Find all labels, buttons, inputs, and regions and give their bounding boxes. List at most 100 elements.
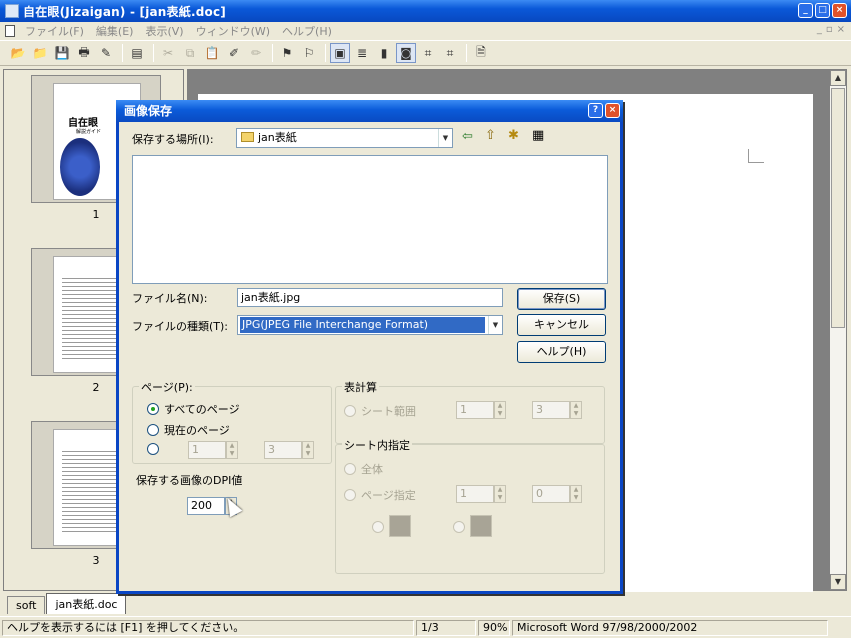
folder-up-icon[interactable]: 📁 — [30, 43, 50, 63]
layout-a-preview-icon — [389, 515, 411, 537]
margin-mark — [748, 149, 764, 163]
mdi-close-button[interactable]: × — [837, 24, 845, 35]
chevron-down-icon[interactable]: ▼ — [488, 316, 502, 334]
sheet-range-from[interactable]: 1 — [456, 401, 494, 419]
print-icon[interactable]: 🖶 — [74, 43, 94, 63]
page-view-icon[interactable]: ▣ — [330, 43, 350, 63]
mdi-restore-button[interactable]: ▫ — [826, 24, 833, 35]
layout-b-preview-icon — [470, 515, 492, 537]
spin-arrows-icon[interactable]: ▲ ▼ — [226, 441, 238, 459]
spin-arrows-icon[interactable]: ▲ ▼ — [302, 441, 314, 459]
spin-arrows-icon[interactable]: ▲ ▼ — [494, 401, 506, 419]
radio-current-page[interactable]: 現在のページ — [147, 422, 230, 438]
zoom-width-icon[interactable]: ⌗ — [440, 43, 460, 63]
cancel-button[interactable]: キャンセル — [517, 314, 606, 336]
radio-label: すべてのページ — [164, 403, 240, 416]
radio-dot — [344, 489, 356, 501]
highlight-icon[interactable]: ✐ — [224, 43, 244, 63]
page-range-from[interactable]: 1 — [188, 441, 226, 459]
radio-page-range[interactable] — [147, 443, 164, 455]
dpi-label: 保存する画像のDPI値 — [136, 474, 243, 487]
filetype-select[interactable]: JPG(JPEG File Interchange Format) ▼ — [237, 315, 503, 335]
location-value: jan表紙 — [258, 131, 297, 144]
open-folder-icon[interactable]: 📂 — [8, 43, 28, 63]
filetype-value: JPG(JPEG File Interchange Format) — [240, 317, 485, 333]
list-view-icon[interactable]: ≣ — [352, 43, 372, 63]
sheet-range-to[interactable]: 3 — [532, 401, 570, 419]
radio-layout-b[interactable] — [453, 521, 470, 533]
radio-whole-sheet[interactable]: 全体 — [344, 461, 383, 477]
dpi-input[interactable]: 200 — [187, 497, 225, 515]
menu-edit[interactable]: 編集(E) — [90, 23, 140, 39]
spin-arrows-icon[interactable]: ▲ ▼ — [494, 485, 506, 503]
fit-view-icon[interactable]: ◙ — [396, 43, 416, 63]
location-select[interactable]: jan表紙 ▼ — [236, 128, 453, 148]
scroll-down-icon[interactable]: ▼ — [830, 574, 846, 590]
vertical-scrollbar[interactable]: ▲ ▼ — [830, 70, 846, 590]
menu-view[interactable]: 表示(V) — [139, 23, 189, 39]
chevron-down-icon[interactable]: ▼ — [438, 129, 452, 147]
filename-label: ファイル名(N): — [132, 292, 208, 305]
close-button[interactable]: × — [832, 3, 847, 18]
properties-icon[interactable]: 🗎 — [471, 43, 491, 63]
save-icon[interactable]: 💾 — [52, 43, 72, 63]
mdi-minimize-button[interactable]: _ — [817, 24, 822, 35]
file-list[interactable] — [132, 155, 608, 284]
sheet-group: 表計算 シート範囲 1 ▲ ▼ 3 ▲ ▼ — [335, 379, 605, 444]
flag-icon[interactable]: ⚑ — [277, 43, 297, 63]
radio-label: ページ指定 — [361, 489, 416, 502]
document-icon — [5, 24, 15, 37]
dialog-title-bar: 画像保存 ? × — [116, 100, 623, 122]
menu-help[interactable]: ヘルプ(H) — [276, 23, 338, 39]
minimize-button[interactable]: _ — [798, 3, 813, 18]
zoom-fit-icon[interactable]: ⌗ — [418, 43, 438, 63]
flag-alt-icon[interactable]: ⚐ — [299, 43, 319, 63]
window-icon[interactable]: ▤ — [127, 43, 147, 63]
window-controls: _ □ × — [798, 3, 847, 18]
save-button[interactable]: 保存(S) — [517, 288, 606, 310]
paste-icon[interactable]: 📋 — [202, 43, 222, 63]
document-tabs: soft jan表紙.doc — [0, 592, 851, 614]
help-button[interactable]: ヘルプ(H) — [517, 341, 606, 363]
app-window: 自在眼(Jizaigan) - [jan表紙.doc] _ □ × ファイル(F… — [0, 0, 851, 638]
radio-dot — [344, 463, 356, 475]
radio-dot — [147, 403, 159, 415]
scroll-thumb[interactable] — [831, 88, 845, 328]
dialog-help-button[interactable]: ? — [588, 103, 603, 118]
menu-window[interactable]: ウィンドウ(W) — [190, 23, 276, 39]
filename-input[interactable]: jan表紙.jpg — [237, 288, 503, 307]
tab-jan-doc[interactable]: jan表紙.doc — [46, 593, 127, 614]
toolbar-separator — [325, 44, 326, 62]
spin-arrows-icon[interactable]: ▲ ▼ — [570, 485, 582, 503]
tab-soft[interactable]: soft — [7, 596, 46, 614]
copy-icon[interactable]: ⧉ — [180, 43, 200, 63]
page-range-to[interactable]: 3 — [264, 441, 302, 459]
spin-arrows-icon[interactable]: ▲ ▼ — [570, 401, 582, 419]
dark-view-icon[interactable]: ▮ — [374, 43, 394, 63]
folder-up-icon[interactable]: ⇧ — [485, 128, 496, 143]
radio-label: 現在のページ — [164, 424, 230, 437]
radio-dot — [453, 521, 465, 533]
toolbar-separator — [153, 44, 154, 62]
page-spec-to[interactable]: 0 — [532, 485, 570, 503]
tool-icon[interactable]: ✎ — [96, 43, 116, 63]
radio-layout-a[interactable] — [372, 521, 389, 533]
radio-sheet-range[interactable]: シート範囲 — [344, 403, 416, 419]
maximize-button[interactable]: □ — [815, 3, 830, 18]
menu-bar: ファイル(F) 編集(E) 表示(V) ウィンドウ(W) ヘルプ(H) _ ▫ … — [0, 22, 851, 39]
page-spec-from[interactable]: 1 — [456, 485, 494, 503]
title-bar: 自在眼(Jizaigan) - [jan表紙.doc] _ □ × — [0, 0, 851, 22]
scroll-up-icon[interactable]: ▲ — [830, 70, 846, 86]
radio-all-pages[interactable]: すべてのページ — [147, 401, 240, 417]
marker-icon[interactable]: ✏ — [246, 43, 266, 63]
radio-page-spec[interactable]: ページ指定 — [344, 487, 416, 503]
cut-icon[interactable]: ✂ — [158, 43, 178, 63]
toolbar: 📂 📁 💾 🖶 ✎ ▤ ✂ ⧉ 📋 ✐ ✏ ⚑ ⚐ ▣ ≣ ▮ ◙ ⌗ ⌗ 🗎 — [0, 40, 851, 66]
back-arrow-icon[interactable]: ⇦ — [462, 129, 473, 144]
menu-file[interactable]: ファイル(F) — [19, 23, 90, 39]
in-sheet-group-title: シート内指定 — [342, 437, 412, 453]
dialog-close-button[interactable]: × — [605, 103, 620, 118]
page-group: ページ(P): すべてのページ 現在のページ 1 ▲ ▼ 3 ▲ ▼ — [132, 379, 332, 464]
view-menu-icon[interactable]: ▦ — [532, 128, 544, 143]
new-folder-icon[interactable]: ✱ — [508, 128, 519, 143]
